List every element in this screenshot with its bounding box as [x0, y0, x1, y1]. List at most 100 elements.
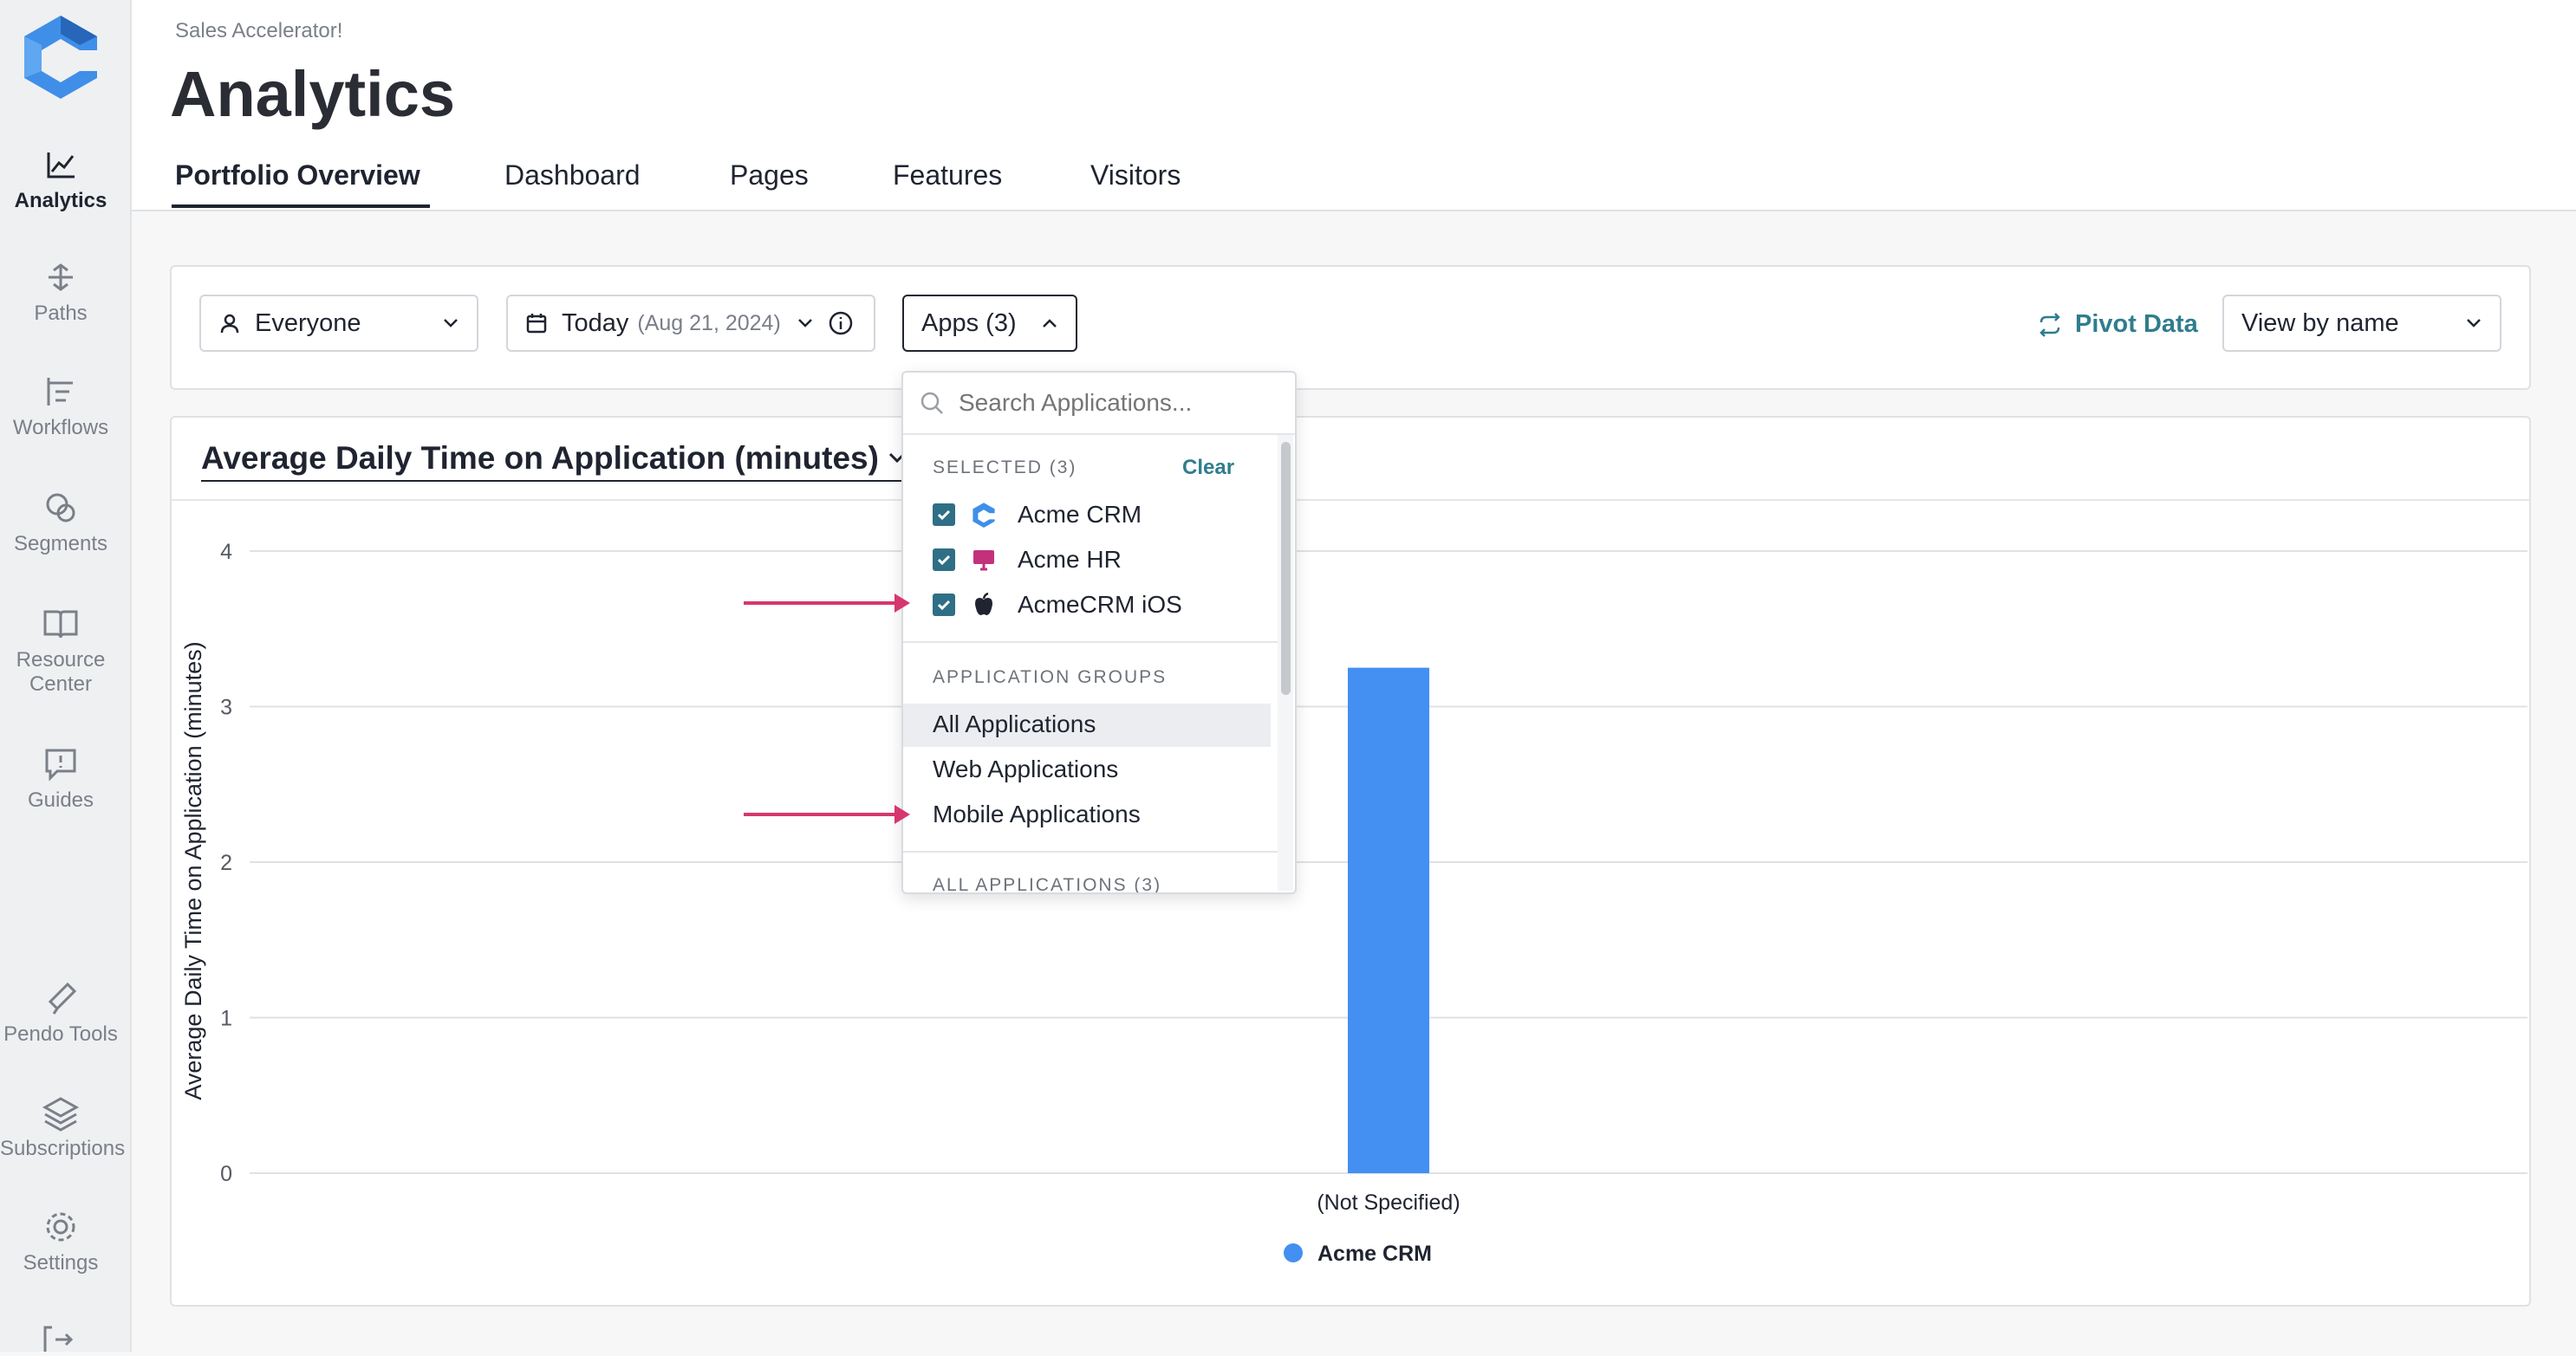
- sidebar-item-label: Subscriptions: [0, 1137, 126, 1160]
- segments-icon: [46, 493, 75, 522]
- chevron-down-icon: [797, 319, 812, 328]
- sidebar-item-segments[interactable]: Segments: [0, 489, 121, 556]
- segment-value: Everyone: [255, 308, 361, 337]
- chart-title: Average Daily Time on Application (minut…: [201, 440, 879, 476]
- section-divider: [903, 851, 1279, 853]
- apps-select[interactable]: Apps (3): [902, 295, 1077, 352]
- page-header: Sales Accelerator! Analytics Portfolio O…: [132, 0, 2576, 211]
- chart-title-select[interactable]: Average Daily Time on Application (minut…: [201, 440, 907, 482]
- sidebar-item-resource-center[interactable]: Resource Center: [0, 605, 121, 697]
- selected-section-label: SELECTED (3): [933, 457, 1077, 477]
- search-input[interactable]: [957, 388, 1255, 418]
- y-tick-label: 4: [220, 540, 232, 564]
- date-value: (Aug 21, 2024): [637, 310, 781, 335]
- y-tick-label: 0: [220, 1162, 232, 1186]
- book-icon: [43, 610, 78, 639]
- y-axis-label: Average Daily Time on Application (minut…: [180, 641, 206, 1100]
- user-icon: [220, 314, 239, 334]
- sidebar-item-workflows[interactable]: Workflows: [0, 373, 121, 440]
- sidebar-item-pendo-tools[interactable]: Pendo Tools: [0, 979, 121, 1047]
- chart-panel: Average Daily Time on Application (minut…: [170, 416, 2531, 1307]
- annotation-arrow: [744, 594, 910, 613]
- y-tick-label: 1: [220, 1007, 232, 1031]
- bar-chart: 0 1 2 3 4 Average Daily Time on Application (…: [180, 540, 2527, 1266]
- app-name: Acme CRM: [1018, 501, 1142, 528]
- tab-features[interactable]: Features: [893, 159, 1002, 191]
- selected-app-row[interactable]: Acme HR: [933, 546, 1122, 574]
- apps-dropdown: SELECTED (3) Clear Acme CRM Acme HR Acme…: [901, 371, 1297, 894]
- active-tab-underline: [172, 204, 430, 208]
- sidebar-item-guides[interactable]: Guides: [0, 745, 121, 813]
- app-name: AcmeCRM iOS: [1018, 591, 1182, 618]
- sidebar-item-label: Resource Center: [16, 648, 106, 696]
- annotation-arrow: [744, 805, 910, 824]
- sidebar-item-settings[interactable]: Settings: [0, 1208, 121, 1275]
- segment-select[interactable]: Everyone: [199, 295, 478, 352]
- chevron-up-icon: [1043, 319, 1057, 328]
- legend-label: Acme CRM: [1317, 1242, 1432, 1266]
- checkbox-checked[interactable]: [933, 548, 955, 571]
- date-label: Today: [562, 308, 629, 337]
- gear-icon: [46, 1212, 75, 1242]
- logout-icon[interactable]: [40, 1324, 78, 1352]
- tab-dashboard[interactable]: Dashboard: [504, 159, 641, 191]
- logo[interactable]: [17, 12, 104, 99]
- x-tick-label: (Not Specified): [1317, 1191, 1460, 1215]
- section-divider: [903, 641, 1279, 643]
- checkbox-checked[interactable]: [933, 594, 955, 616]
- view-by-select[interactable]: View by name: [2222, 295, 2501, 352]
- guides-icon: [45, 749, 76, 782]
- selected-app-row[interactable]: AcmeCRM iOS: [933, 591, 1182, 619]
- date-select[interactable]: Today (Aug 21, 2024): [506, 295, 875, 352]
- sidebar-item-label: Segments: [13, 532, 108, 555]
- acme-crm-logo-icon: [971, 502, 997, 528]
- scrollbar-thumb[interactable]: [1281, 442, 1291, 695]
- pendo-tools-icon: [48, 982, 77, 1015]
- view-by-value: View by name: [2241, 308, 2399, 337]
- search-icon: [920, 392, 943, 414]
- group-item-mobile-applications[interactable]: Mobile Applications: [933, 801, 1141, 828]
- apple-icon: [971, 592, 997, 618]
- chevron-down-icon: [2467, 319, 2481, 328]
- info-icon[interactable]: [828, 310, 854, 336]
- sidebar-item-label: Workflows: [12, 416, 109, 439]
- checkbox-checked[interactable]: [933, 503, 955, 526]
- sidebar-item-label: Analytics: [14, 189, 107, 212]
- breadcrumb[interactable]: Sales Accelerator!: [175, 19, 342, 43]
- sidebar-item-label: Pendo Tools: [3, 1022, 118, 1046]
- tab-pages[interactable]: Pages: [730, 159, 809, 191]
- calendar-icon: [526, 314, 547, 334]
- swap-icon: [2039, 312, 2060, 337]
- sidebar: Analytics Paths Workflows Segments Resou…: [0, 0, 132, 1352]
- page-title: Analytics: [170, 58, 456, 130]
- sidebar-item-label: Guides: [27, 788, 94, 812]
- bar: [1348, 667, 1429, 1173]
- pivot-data-button[interactable]: Pivot Data: [2037, 310, 2198, 339]
- group-item-all-applications[interactable]: All Applications: [933, 710, 1096, 738]
- tab-portfolio-overview[interactable]: Portfolio Overview: [175, 159, 420, 191]
- y-tick-label: 2: [220, 851, 232, 875]
- sidebar-item-analytics[interactable]: Analytics: [0, 146, 121, 213]
- search-field[interactable]: [903, 373, 1295, 435]
- paths-icon: [49, 263, 73, 291]
- sidebar-item-subscriptions[interactable]: Subscriptions: [0, 1093, 125, 1161]
- layers-icon: [42, 1097, 80, 1132]
- apps-select-value: Apps (3): [921, 308, 1017, 337]
- workflows-icon: [47, 378, 73, 406]
- legend-marker: [1284, 1243, 1303, 1262]
- groups-section-label: APPLICATION GROUPS: [933, 667, 1168, 687]
- filter-panel: Everyone Today (Aug 21, 2024) Apps (3) P…: [170, 265, 2531, 390]
- y-tick-label: 3: [220, 696, 232, 720]
- analytics-icon: [47, 152, 75, 178]
- sidebar-item-label: Settings: [23, 1251, 99, 1275]
- selected-app-row[interactable]: Acme CRM: [933, 501, 1142, 529]
- clear-button[interactable]: Clear: [1182, 456, 1234, 480]
- tab-visitors[interactable]: Visitors: [1090, 159, 1181, 191]
- group-item-web-applications[interactable]: Web Applications: [933, 756, 1118, 783]
- sidebar-item-paths[interactable]: Paths: [0, 258, 121, 326]
- pivot-data-label: Pivot Data: [2075, 310, 2198, 338]
- sidebar-item-label: Paths: [34, 302, 88, 325]
- monitor-icon: [971, 547, 997, 573]
- all-applications-section-label: ALL APPLICATIONS (3): [933, 875, 1162, 894]
- app-name: Acme HR: [1018, 546, 1122, 573]
